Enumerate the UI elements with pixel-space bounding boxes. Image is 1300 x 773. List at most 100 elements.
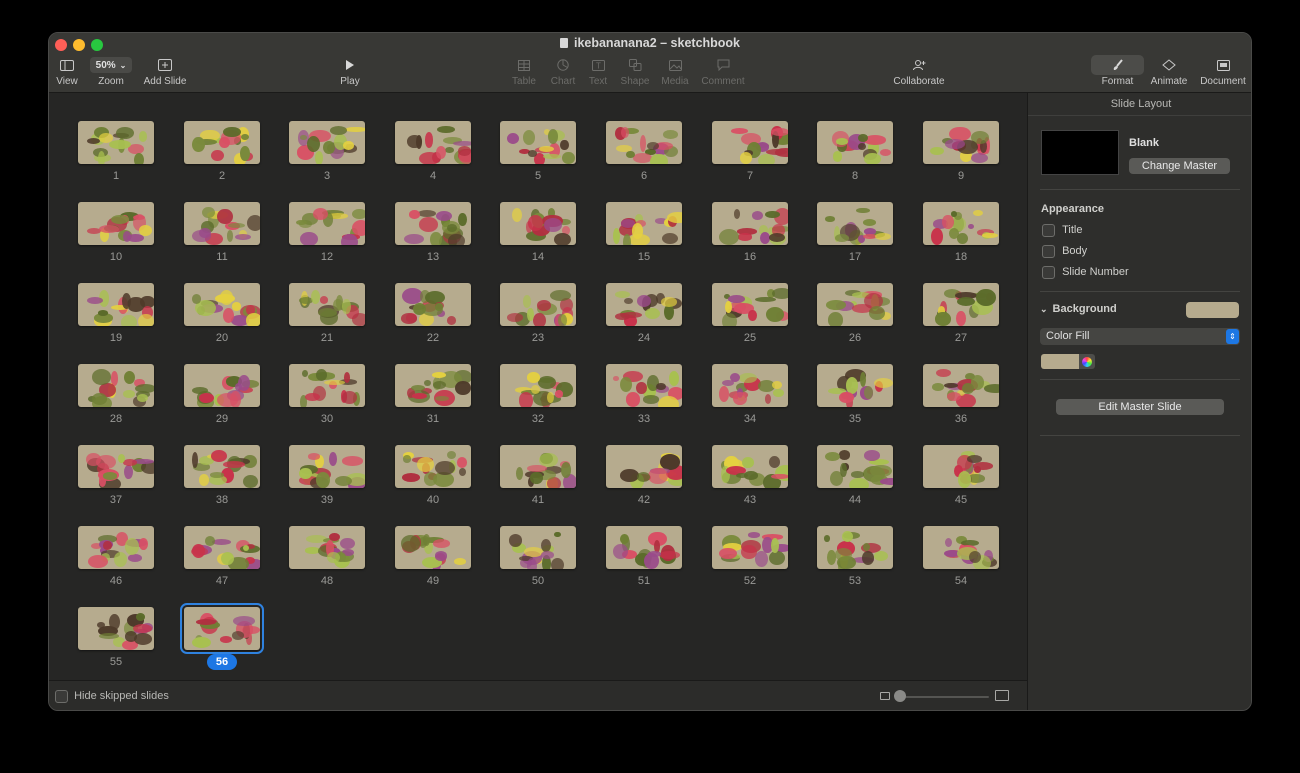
slide-thumbnail[interactable] [712, 283, 788, 326]
slide-thumbnail[interactable] [712, 526, 788, 569]
thumbnail-size-slider[interactable] [899, 696, 989, 698]
slide-thumbnail[interactable] [289, 364, 365, 407]
slide-thumbnail[interactable] [500, 283, 576, 326]
slide-thumbnail[interactable] [500, 526, 576, 569]
slide-thumbnail[interactable] [78, 202, 154, 245]
slide-thumbnail[interactable] [817, 526, 893, 569]
slide-thumbnail[interactable] [395, 202, 471, 245]
slide-thumbnail[interactable] [817, 283, 893, 326]
slide-thumbnail[interactable] [923, 364, 999, 407]
slide-number-checkbox[interactable] [1042, 266, 1055, 279]
fill-type-select[interactable]: Color Fill ⇕ [1040, 328, 1240, 345]
chart-button[interactable]: Chart [548, 55, 578, 87]
slide-thumbnail[interactable] [606, 121, 682, 164]
slider-knob[interactable] [894, 690, 906, 702]
slide-thumbnail[interactable] [184, 364, 260, 407]
slide-thumbnail[interactable] [78, 283, 154, 326]
slide-thumbnail[interactable] [712, 202, 788, 245]
slide-thumbnail[interactable] [289, 445, 365, 488]
fill-color-well[interactable] [1041, 354, 1079, 369]
format-sidebar: Slide Layout Blank Change Master Appeara… [1027, 93, 1251, 710]
comment-button[interactable]: Comment [699, 55, 747, 87]
slide-thumbnail[interactable] [500, 445, 576, 488]
flower-image-fragment [232, 631, 245, 640]
background-disclosure[interactable]: ⌄ Background [1040, 303, 1117, 315]
slide-thumbnail[interactable] [78, 445, 154, 488]
slide-thumbnail[interactable] [395, 526, 471, 569]
zoom-select[interactable]: 50% ⌄ [90, 57, 132, 73]
slide-thumbnail[interactable] [712, 445, 788, 488]
slide-thumbnail[interactable] [923, 121, 999, 164]
flower-image-fragment [412, 392, 428, 399]
slide-thumbnail[interactable] [606, 445, 682, 488]
slide-thumbnail[interactable] [500, 121, 576, 164]
slide-thumbnail[interactable] [817, 202, 893, 245]
flower-image-fragment [239, 145, 250, 161]
slide-thumbnail[interactable] [606, 526, 682, 569]
slide-number-label: 8 [851, 170, 859, 182]
slide-thumbnail[interactable] [184, 526, 260, 569]
zoom-control[interactable]: 50% ⌄ Zoom [89, 55, 133, 87]
slide-thumbnail[interactable] [289, 121, 365, 164]
slide-thumbnail[interactable] [395, 364, 471, 407]
flower-image-fragment [642, 395, 660, 404]
slide-thumbnail[interactable] [78, 121, 154, 164]
slide-thumbnail[interactable] [184, 121, 260, 164]
body-checkbox[interactable] [1042, 245, 1055, 258]
slide-thumbnail[interactable] [923, 445, 999, 488]
flower-image-fragment [98, 632, 120, 639]
slide-thumbnail[interactable] [817, 121, 893, 164]
slide-thumbnail[interactable] [395, 283, 471, 326]
slide-thumbnail[interactable] [78, 526, 154, 569]
master-thumbnail[interactable] [1041, 130, 1119, 175]
slide-thumbnail[interactable] [289, 283, 365, 326]
flower-image-fragment [632, 153, 652, 164]
slide-thumbnail[interactable] [923, 202, 999, 245]
slide-thumbnail[interactable] [78, 607, 154, 650]
slide-thumbnail[interactable] [817, 445, 893, 488]
slide-thumbnail[interactable] [712, 121, 788, 164]
edit-master-slide-button[interactable]: Edit Master Slide [1056, 399, 1224, 415]
flower-image-fragment [457, 145, 471, 156]
body-option[interactable]: Body [1042, 245, 1087, 258]
background-color-well[interactable] [1186, 302, 1239, 318]
text-button[interactable]: T Text [586, 55, 610, 87]
slide-thumbnail[interactable] [500, 364, 576, 407]
format-button[interactable]: Format [1091, 55, 1144, 87]
collaborate-button[interactable]: Collaborate [891, 55, 947, 87]
title-option[interactable]: Title [1042, 224, 1082, 237]
slide-thumbnail[interactable] [923, 526, 999, 569]
flower-image-fragment [124, 464, 133, 479]
slide-thumbnail[interactable] [500, 202, 576, 245]
change-master-button[interactable]: Change Master [1129, 158, 1230, 174]
hide-skipped-checkbox[interactable] [55, 690, 68, 703]
media-button[interactable]: Media [660, 55, 690, 87]
document-button[interactable]: Document [1199, 55, 1247, 87]
slide-thumbnail[interactable] [180, 603, 264, 654]
table-button[interactable]: Table [511, 55, 537, 87]
slide-thumbnail[interactable] [289, 202, 365, 245]
slide-thumbnail[interactable] [184, 445, 260, 488]
flower-image-fragment [555, 390, 563, 398]
slide-thumbnail[interactable] [606, 202, 682, 245]
color-picker-button[interactable] [1079, 354, 1095, 369]
animate-button[interactable]: Animate [1149, 55, 1189, 87]
add-slide-button[interactable]: Add Slide [141, 55, 189, 87]
slide-number-option[interactable]: Slide Number [1042, 266, 1129, 279]
slide-thumbnail[interactable] [817, 364, 893, 407]
slide-thumbnail[interactable] [395, 121, 471, 164]
view-button[interactable]: View [55, 55, 79, 87]
slide-thumbnail[interactable] [184, 202, 260, 245]
shape-button[interactable]: Shape [619, 55, 651, 87]
slide-thumbnail[interactable] [606, 364, 682, 407]
title-checkbox[interactable] [1042, 224, 1055, 237]
play-button[interactable]: Play [337, 55, 363, 87]
slide-thumbnail[interactable] [78, 364, 154, 407]
hide-skipped-toggle[interactable]: Hide skipped slides [55, 690, 169, 703]
slide-thumbnail[interactable] [712, 364, 788, 407]
slide-thumbnail[interactable] [289, 526, 365, 569]
slide-thumbnail[interactable] [184, 283, 260, 326]
slide-thumbnail[interactable] [395, 445, 471, 488]
slide-thumbnail[interactable] [923, 283, 999, 326]
slide-thumbnail[interactable] [606, 283, 682, 326]
